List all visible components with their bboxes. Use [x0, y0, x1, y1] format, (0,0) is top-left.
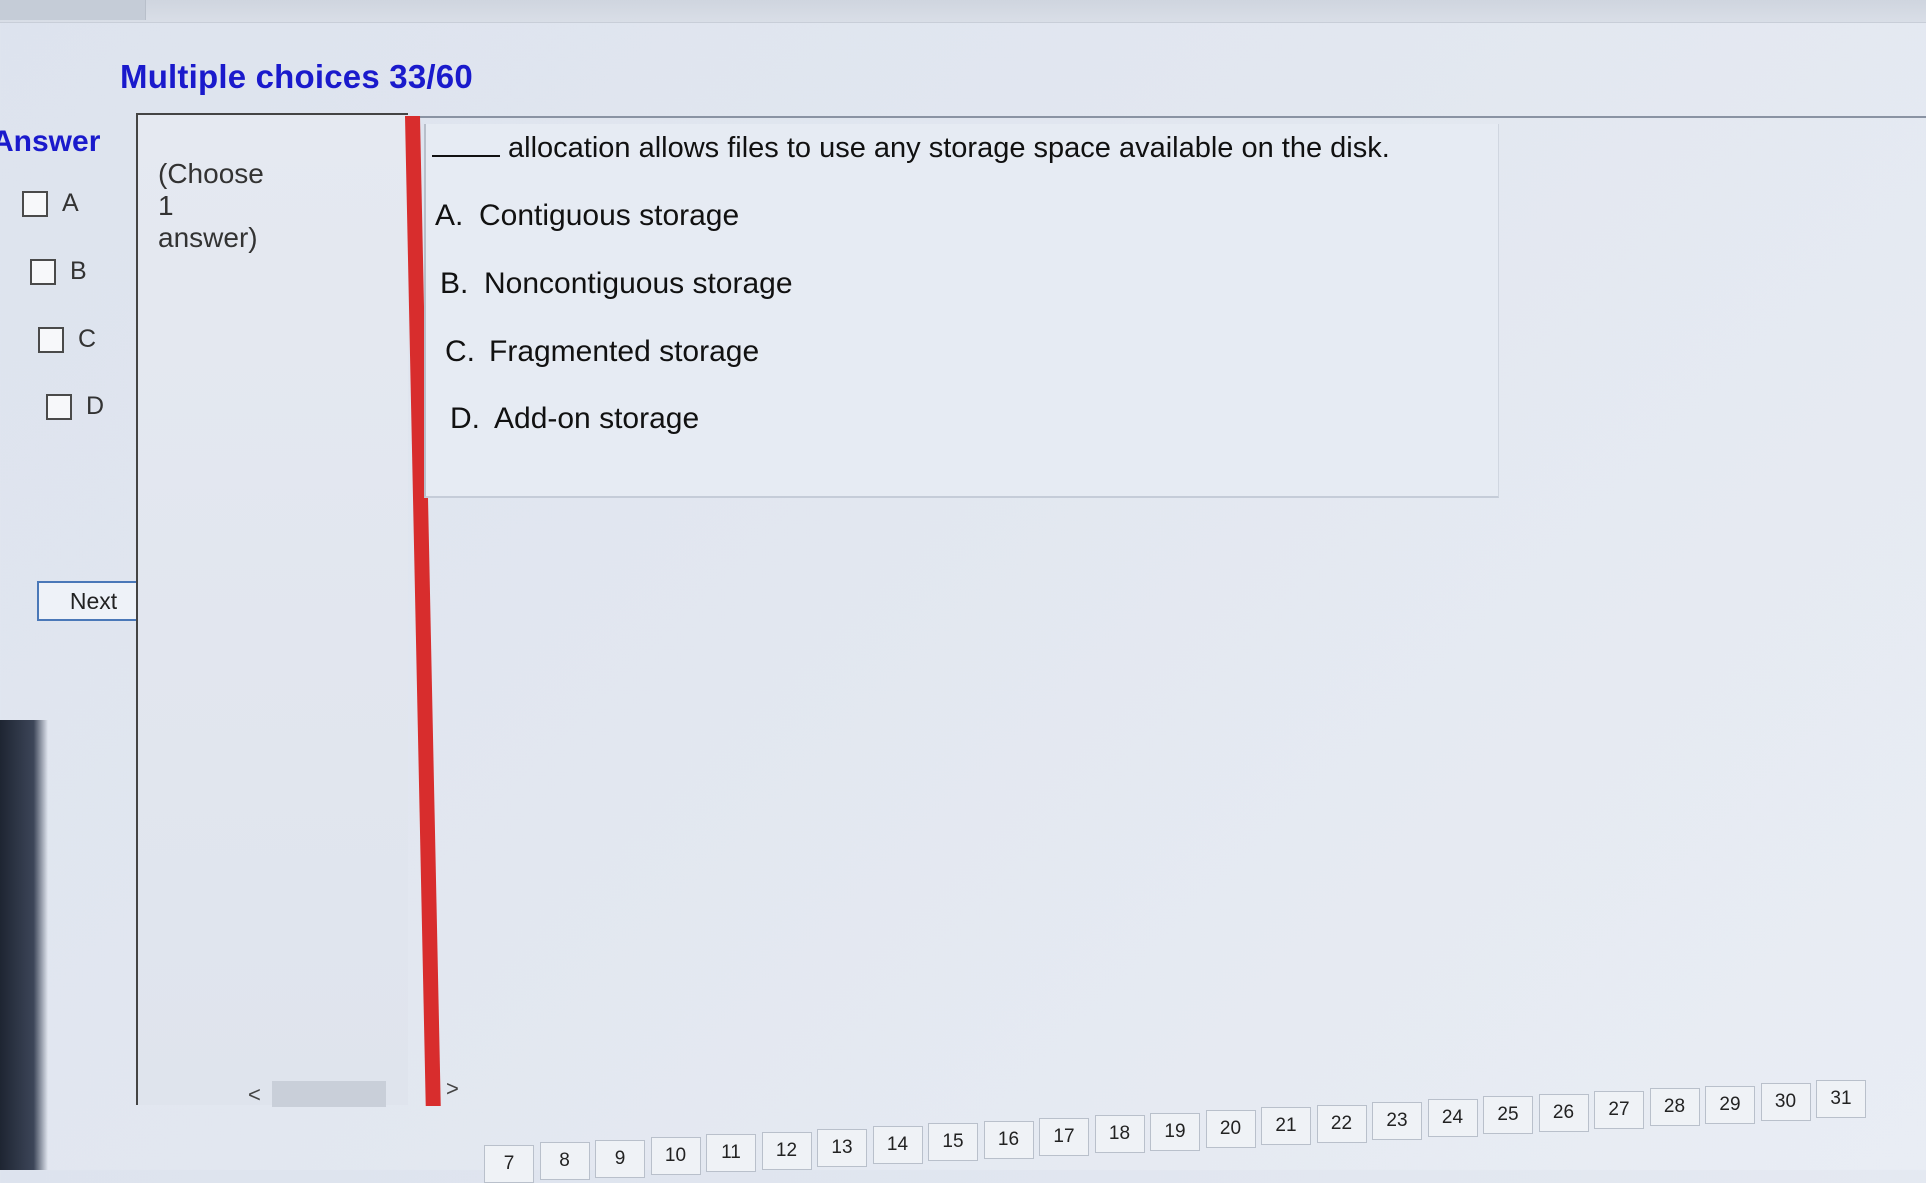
page-button[interactable]: 29: [1705, 1085, 1755, 1124]
choice-letter-a: A.: [435, 199, 464, 232]
question-pagination: 7 8 9 10 11 12 13 14 15 16 17 18 19 20 21 22 23 24 25 26 27 2…: [0, 1080, 1926, 1183]
page-button[interactable]: 18: [1094, 1115, 1145, 1154]
choice-letter-d: D.: [450, 402, 480, 435]
option-label-d: D: [86, 392, 105, 420]
checkbox-d[interactable]: [46, 393, 72, 420]
choice-b: B. Noncontiguous storage: [440, 267, 793, 301]
page-button[interactable]: 14: [872, 1126, 923, 1165]
page-button[interactable]: 7: [484, 1145, 534, 1183]
answer-option-b[interactable]: B: [30, 257, 87, 286]
page-button[interactable]: 19: [1150, 1112, 1200, 1151]
option-label-b: B: [70, 257, 87, 285]
page-button[interactable]: 15: [928, 1123, 978, 1162]
page-button[interactable]: 24: [1427, 1099, 1478, 1138]
page-button[interactable]: 12: [761, 1131, 812, 1170]
next-button[interactable]: Next: [37, 581, 150, 621]
page-button[interactable]: 25: [1483, 1096, 1533, 1135]
page-button[interactable]: 8: [539, 1142, 590, 1181]
question-stem: allocation allows files to use any stora…: [508, 132, 1390, 164]
page-button[interactable]: 20: [1205, 1109, 1256, 1148]
page-button[interactable]: 17: [1039, 1118, 1089, 1156]
question-text: allocation allows files to use any stora…: [432, 132, 1390, 165]
answer-option-d[interactable]: D: [46, 392, 104, 421]
option-label-c: C: [78, 325, 97, 353]
checkbox-b[interactable]: [30, 258, 56, 285]
choice-text-a: Contiguous storage: [479, 199, 740, 232]
page-button[interactable]: 26: [1538, 1093, 1589, 1132]
option-label-a: A: [62, 189, 79, 217]
answer-option-c[interactable]: C: [38, 325, 96, 354]
page-button[interactable]: 11: [706, 1134, 756, 1173]
top-tab[interactable]: [0, 0, 146, 20]
choice-letter-b: B.: [440, 267, 469, 300]
instruction-line-1: (Choose: [158, 158, 264, 189]
choice-c: C. Fragmented storage: [445, 335, 759, 369]
top-strip: [0, 0, 1926, 23]
page-title: Multiple choices 33/60: [120, 58, 473, 95]
checkbox-a[interactable]: [22, 190, 48, 217]
page-button[interactable]: 10: [650, 1136, 701, 1175]
answer-heading: Answer: [0, 125, 101, 158]
instruction-line-2: 1: [158, 190, 174, 221]
choice-d: D. Add-on storage: [450, 402, 699, 436]
instruction-text: (Choose 1 answer): [158, 158, 264, 254]
page-button[interactable]: 21: [1261, 1107, 1311, 1146]
page-button[interactable]: 22: [1316, 1104, 1367, 1143]
choice-text-d: Add-on storage: [494, 402, 700, 435]
instruction-line-3: answer): [158, 222, 258, 253]
page-button[interactable]: 16: [983, 1120, 1034, 1159]
choice-text-b: Noncontiguous storage: [484, 267, 793, 300]
page-button[interactable]: 30: [1760, 1082, 1811, 1121]
question-blank: [432, 155, 500, 157]
choice-a: A. Contiguous storage: [435, 199, 739, 233]
page-button[interactable]: 31: [1816, 1080, 1866, 1119]
page-button[interactable]: 28: [1649, 1088, 1700, 1127]
instruction-panel: [136, 113, 408, 1105]
page-button[interactable]: 23: [1372, 1101, 1422, 1140]
page-button[interactable]: 9: [595, 1139, 645, 1178]
page-button[interactable]: 27: [1594, 1091, 1644, 1129]
page-button[interactable]: 13: [817, 1128, 867, 1167]
question-panel: [424, 124, 1499, 498]
choice-letter-c: C.: [445, 335, 475, 368]
checkbox-c[interactable]: [38, 326, 64, 353]
choice-text-c: Fragmented storage: [489, 335, 760, 368]
answer-option-a[interactable]: A: [22, 189, 79, 218]
panel-top-border: [405, 116, 1926, 118]
